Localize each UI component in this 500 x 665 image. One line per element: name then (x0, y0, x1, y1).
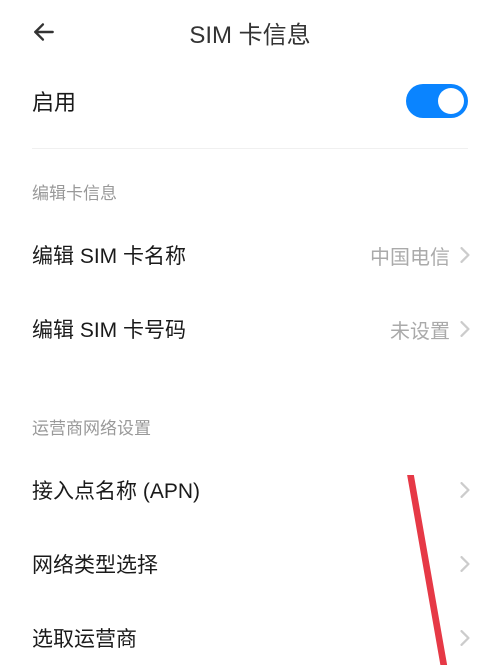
row-right: 中国电信 (370, 241, 472, 270)
row-label: 编辑 SIM 卡名称 (32, 240, 186, 270)
network-type-row[interactable]: 网络类型选择 (0, 527, 500, 601)
row-right (458, 483, 472, 497)
select-carrier-row[interactable]: 选取运营商 (0, 601, 500, 653)
back-arrow-icon[interactable] (30, 18, 58, 46)
row-right: 未设置 (390, 315, 472, 344)
toggle-knob (438, 88, 464, 114)
row-label: 网络类型选择 (32, 549, 158, 579)
enable-row[interactable]: 启用 (0, 64, 500, 138)
row-right (458, 631, 472, 645)
row-label: 编辑 SIM 卡号码 (32, 314, 186, 344)
edit-sim-number-row[interactable]: 编辑 SIM 卡号码 未设置 (0, 292, 500, 366)
enable-toggle[interactable] (406, 84, 468, 118)
header-bar: SIM 卡信息 (0, 0, 500, 64)
row-right (458, 557, 472, 571)
chevron-right-icon (458, 322, 472, 336)
enable-label: 启用 (32, 85, 76, 117)
section-header-network: 运营商网络设置 (0, 366, 500, 453)
chevron-right-icon (458, 631, 472, 645)
row-value: 中国电信 (370, 241, 450, 270)
edit-sim-name-row[interactable]: 编辑 SIM 卡名称 中国电信 (0, 218, 500, 292)
chevron-right-icon (458, 557, 472, 571)
page-title: SIM 卡信息 (189, 15, 310, 50)
section-header-edit: 编辑卡信息 (0, 149, 500, 218)
chevron-right-icon (458, 483, 472, 497)
row-value: 未设置 (390, 315, 450, 344)
row-label: 选取运营商 (32, 623, 137, 653)
apn-row[interactable]: 接入点名称 (APN) (0, 453, 500, 527)
row-label: 接入点名称 (APN) (32, 475, 200, 505)
chevron-right-icon (458, 248, 472, 262)
